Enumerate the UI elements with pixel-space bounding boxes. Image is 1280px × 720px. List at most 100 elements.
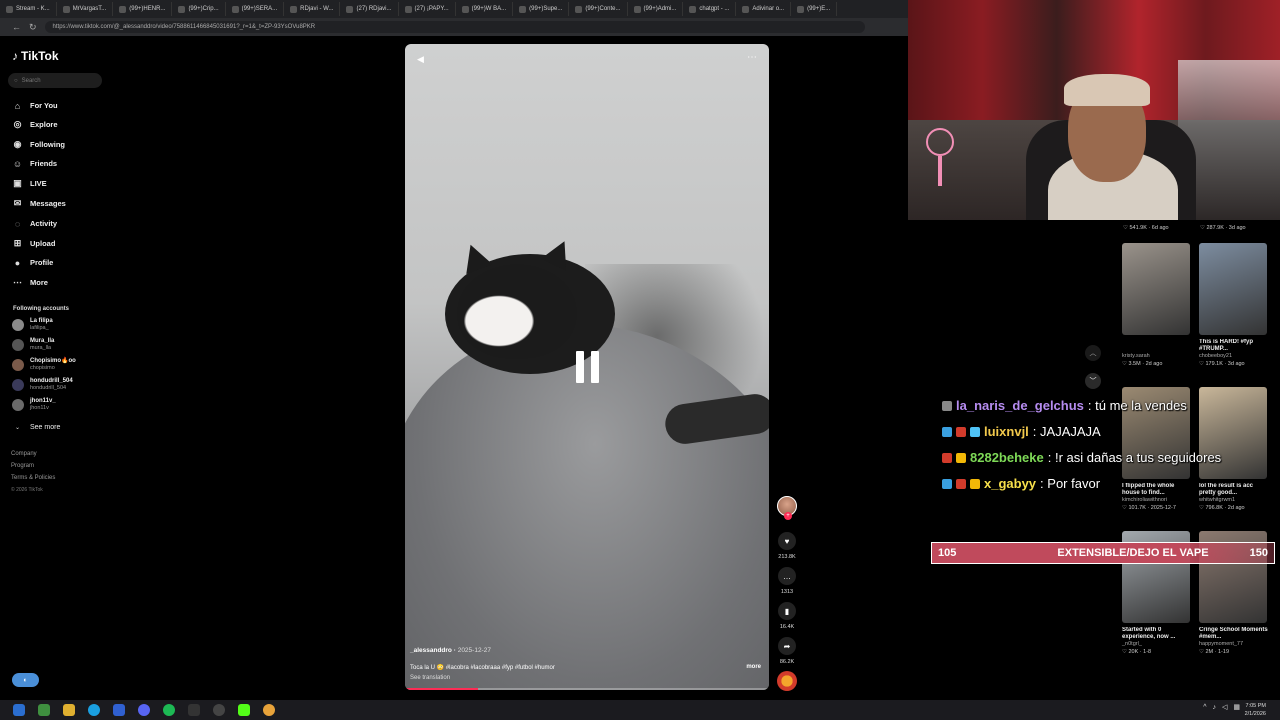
- chrome-icon[interactable]: [88, 704, 100, 716]
- terminal-icon[interactable]: [188, 704, 200, 716]
- more-options-icon[interactable]: ⋯: [747, 52, 757, 63]
- volume-tray-icon[interactable]: ◁: [1222, 703, 1227, 711]
- browser-tab[interactable]: MrVargasT...: [57, 2, 114, 16]
- tiktok-logo[interactable]: ♪ TikTok: [12, 49, 59, 63]
- footer-link[interactable]: Company: [11, 451, 37, 457]
- reload-icon[interactable]: ↻: [29, 22, 37, 33]
- video-card-author[interactable]: chobeeboy21: [1199, 353, 1269, 360]
- theme-toggle[interactable]: ◐: [12, 673, 39, 687]
- webcam-fan-stand: [938, 156, 942, 186]
- browser-tab[interactable]: (27) RDjavi...: [340, 2, 399, 16]
- comment-button[interactable]: … 1313: [776, 567, 798, 595]
- sidebar-item-explore[interactable]: ◎ Explore: [12, 119, 58, 130]
- browser-tab[interactable]: (99+)SERA...: [226, 2, 285, 16]
- video-progress-bar[interactable]: [405, 688, 769, 690]
- sidebar-item-friends[interactable]: ☺ Friends: [12, 158, 57, 169]
- video-card-author[interactable]: happymoment_77: [1199, 641, 1269, 648]
- video-thumbnail[interactable]: [1199, 387, 1267, 479]
- browser-tab[interactable]: Stream - K...: [0, 2, 57, 16]
- goal-label: EXTENSIBLE/DEJO EL VAPE: [1057, 547, 1209, 559]
- system-tray: ^ ♪ ◁ ▦: [1203, 703, 1240, 712]
- sidebar-item-for-you[interactable]: ⌂ For You: [12, 100, 58, 111]
- see-more-button[interactable]: ⌄ See more: [12, 422, 60, 433]
- browser-tab[interactable]: RDjavi - W...: [284, 2, 341, 16]
- video-thumbnail[interactable]: [1122, 243, 1190, 335]
- back-icon[interactable]: ←: [12, 22, 21, 32]
- creator-avatar: +: [777, 496, 797, 520]
- chat-badge-icon: [970, 426, 980, 437]
- logo-text: TikTok: [21, 49, 59, 63]
- video-player[interactable]: ◀ ⋯ _alessanddro · 2025-12-27 Toca la U …: [405, 44, 769, 690]
- sidebar-item-more[interactable]: ⋯ More: [12, 277, 48, 288]
- taskbar-app-icon[interactable]: [38, 704, 50, 716]
- footer-link[interactable]: Program: [11, 463, 34, 469]
- following-account[interactable]: La filipa lafilipa_: [12, 318, 53, 332]
- see-translation-link[interactable]: See translation: [410, 675, 450, 681]
- sidebar-item-live[interactable]: ▣ LIVE: [12, 178, 46, 189]
- video-card-likes: 20K: [1128, 649, 1139, 655]
- following-account[interactable]: hondudrill_504 hondudrill_504: [12, 378, 73, 392]
- browser-tab[interactable]: (99+)HENR...: [113, 2, 173, 16]
- video-card-likes: 796.8K: [1205, 505, 1223, 511]
- following-account[interactable]: jhon11v_ jhon11v: [12, 398, 56, 412]
- browser-tab[interactable]: (99+)Crip...: [172, 2, 226, 16]
- browser-tab[interactable]: chatgpt - ...: [683, 2, 737, 16]
- sidebar-item-profile[interactable]: ● Profile: [12, 257, 54, 268]
- browser-tab[interactable]: (99+)Admi...: [628, 2, 684, 16]
- following-account[interactable]: Chopisimo🔥oo chopisimo: [12, 358, 76, 372]
- chat-username: 8282beheke: [970, 450, 1044, 465]
- taskbar-app-icon-3[interactable]: [263, 704, 275, 716]
- tab-label: (99+)Supe...: [529, 6, 563, 12]
- video-card-time: 1-8: [1143, 649, 1152, 655]
- browser-tab[interactable]: (99+)E...: [791, 2, 838, 16]
- video-card-author[interactable]: _n0tgrl_: [1122, 641, 1192, 648]
- tab-label: MrVargasT...: [72, 6, 107, 12]
- tab-label: (99+)SERA...: [241, 6, 278, 12]
- save-button[interactable]: ▮ 16.4K: [776, 602, 798, 630]
- sidebar-item-following[interactable]: ◉ Following: [12, 139, 65, 150]
- video-author[interactable]: _alessanddro: [410, 647, 452, 654]
- volume-icon[interactable]: ◀: [417, 54, 424, 65]
- mic-icon[interactable]: ♪: [1212, 704, 1216, 711]
- taskbar-clock[interactable]: 7:05 PM 2/1/2026: [1245, 702, 1266, 718]
- browser-tab[interactable]: Adivinar o...: [736, 2, 792, 16]
- video-card-author[interactable]: kimchiroliawithnori: [1122, 497, 1192, 504]
- discord-icon[interactable]: [138, 704, 150, 716]
- kick-icon[interactable]: [238, 704, 250, 716]
- video-card-title: I flipped the whole house to find...: [1122, 483, 1175, 496]
- music-disc-button[interactable]: [776, 671, 798, 691]
- pause-icon[interactable]: [564, 344, 610, 390]
- sidebar-item-messages[interactable]: ✉ Messages: [12, 198, 66, 209]
- like-button[interactable]: ♥ 213.8K: [776, 532, 798, 560]
- browser-tab[interactable]: (99+)W BA...: [456, 2, 514, 16]
- video-card-author[interactable]: kristy.sarah: [1122, 353, 1192, 360]
- following-account[interactable]: Mura_lla mura_lla: [12, 338, 54, 352]
- network-icon[interactable]: ▦: [1233, 703, 1240, 711]
- file-explorer-icon[interactable]: [63, 704, 75, 716]
- windows-start-icon[interactable]: [13, 704, 25, 716]
- footer-link[interactable]: Terms & Policies: [11, 475, 55, 481]
- search-input[interactable]: ○ Search: [8, 73, 102, 88]
- browser-tab[interactable]: (99+)Conte...: [569, 2, 628, 16]
- video-thumbnail[interactable]: [1199, 243, 1267, 335]
- caption-more-link[interactable]: more: [746, 664, 761, 670]
- follow-plus-icon[interactable]: +: [784, 512, 792, 520]
- tab-favicon-icon: [231, 5, 239, 13]
- taskbar-app-icon-2[interactable]: [113, 704, 125, 716]
- tray-chevron-icon[interactable]: ^: [1203, 704, 1206, 711]
- scroll-up-icon[interactable]: ︿: [1085, 345, 1101, 361]
- scroll-down-icon[interactable]: ﹀: [1085, 373, 1101, 389]
- sidebar-item-activity[interactable]: ◌ Activity: [12, 218, 57, 229]
- spotify-icon[interactable]: [163, 704, 175, 716]
- video-card-author[interactable]: whitwhitgrwm1: [1199, 497, 1269, 504]
- share-button[interactable]: ➦ 86.2K: [776, 637, 798, 665]
- video-card-time: 3d ago: [1227, 361, 1245, 367]
- video-card[interactable]: This is HARD! #fyp #TRUMP... chobeeboy21 ♡…: [1199, 243, 1269, 368]
- video-card[interactable]: kristy.sarah ♡ 3.5M · 2d ago: [1122, 243, 1192, 368]
- browser-tab[interactable]: (27) ¡PAPY...: [399, 2, 456, 16]
- creator-avatar-button[interactable]: +: [776, 496, 798, 520]
- obs-icon[interactable]: [213, 704, 225, 716]
- browser-tab[interactable]: (99+)Supe...: [513, 2, 570, 16]
- url-field[interactable]: https://www.tiktok.com/@_alessanddro/vid…: [44, 21, 865, 33]
- sidebar-item-upload[interactable]: ⊞ Upload: [12, 238, 56, 249]
